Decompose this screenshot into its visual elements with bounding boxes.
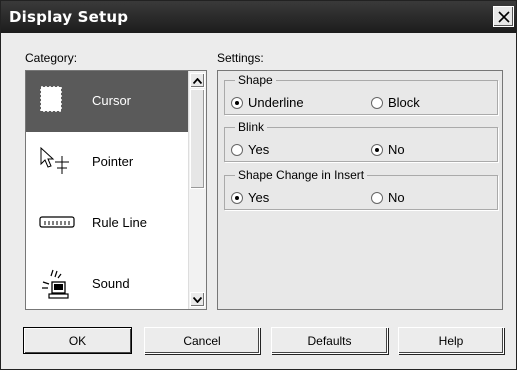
shape-underline-radio[interactable]: Underline <box>231 95 304 110</box>
category-item-pointer[interactable]: Pointer <box>26 132 189 193</box>
category-item-label: Rule Line <box>92 215 147 230</box>
radio-button[interactable] <box>231 143 243 156</box>
settings-panel: Shape Underline Block Blink Yes No Shape… <box>217 70 503 310</box>
category-item-label: Sound <box>92 276 130 291</box>
radio-label: Block <box>388 95 420 110</box>
radio-label: Yes <box>248 142 270 157</box>
window-title: Display Setup <box>9 8 129 26</box>
chevron-up-icon <box>193 77 202 84</box>
scroll-down-button[interactable] <box>190 292 205 307</box>
radio-button[interactable] <box>231 191 243 204</box>
cancel-button[interactable]: Cancel <box>144 327 260 354</box>
radio-button[interactable] <box>371 96 383 109</box>
close-button[interactable] <box>493 6 514 27</box>
category-item-label: Pointer <box>92 154 134 169</box>
radio-button[interactable] <box>371 143 383 156</box>
close-icon <box>497 10 510 23</box>
scroll-thumb[interactable] <box>190 89 205 189</box>
radio-label: No <box>388 190 405 205</box>
settings-label: Settings: <box>217 51 264 65</box>
title-bar[interactable]: Display Setup <box>1 1 516 33</box>
category-label: Category: <box>25 51 78 65</box>
ok-button[interactable]: OK <box>23 327 132 354</box>
category-item-sound[interactable]: Sound <box>26 254 189 309</box>
category-item-cursor[interactable]: Cursor <box>26 71 189 132</box>
cursor-icon <box>39 85 63 116</box>
category-scrollbar[interactable] <box>188 71 206 309</box>
defaults-button[interactable]: Defaults <box>271 327 388 354</box>
shape-block-radio[interactable]: Block <box>371 95 420 110</box>
sound-icon <box>39 268 71 303</box>
shape-change-insert-group: Shape Change in Insert Yes No <box>224 168 498 210</box>
radio-label: Underline <box>248 95 304 110</box>
blink-no-radio[interactable]: No <box>371 142 405 157</box>
radio-label: No <box>388 142 405 157</box>
radio-label: Yes <box>248 190 270 205</box>
radio-button[interactable] <box>231 96 243 109</box>
blink-group: Blink Yes No <box>224 120 498 162</box>
shape-group-title: Shape <box>235 73 276 87</box>
category-list[interactable]: Cursor Pointer Rule Line Sound <box>25 70 207 310</box>
chevron-down-icon <box>193 296 202 303</box>
help-button[interactable]: Help <box>398 327 504 354</box>
radio-button[interactable] <box>371 191 383 204</box>
display-setup-dialog: Display Setup Category: Settings: Cursor <box>0 0 517 370</box>
category-item-rule-line[interactable]: Rule Line <box>26 193 189 254</box>
insert-no-radio[interactable]: No <box>371 190 405 205</box>
blink-group-title: Blink <box>235 120 268 134</box>
pointer-icon <box>39 146 71 179</box>
shape-change-insert-group-title: Shape Change in Insert <box>235 168 368 182</box>
shape-group: Shape Underline Block <box>224 73 498 115</box>
blink-yes-radio[interactable]: Yes <box>231 142 269 157</box>
insert-yes-radio[interactable]: Yes <box>231 190 269 205</box>
scroll-up-button[interactable] <box>190 73 205 88</box>
rule-line-icon <box>39 215 75 232</box>
category-item-label: Cursor <box>92 93 132 108</box>
